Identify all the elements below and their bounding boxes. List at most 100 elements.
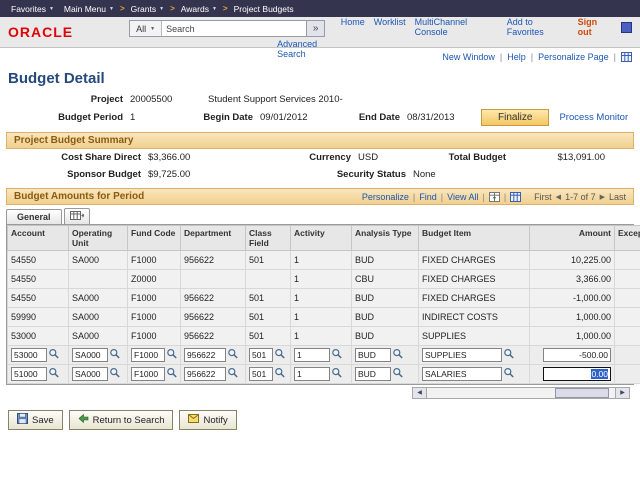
scrollbar-thumb[interactable]: [555, 388, 609, 398]
view-all-link[interactable]: View All: [447, 192, 478, 202]
nav-window-icon[interactable]: [621, 21, 632, 33]
chevron-down-icon: ▼: [108, 5, 114, 12]
zoom-grid-icon[interactable]: [510, 191, 522, 202]
account-input[interactable]: 51000: [11, 367, 47, 381]
budget-period-value: 1: [130, 112, 136, 123]
column-header-class-field[interactable]: Class Field: [245, 225, 291, 251]
cell-amount: -1,000.00: [529, 288, 615, 308]
activity-input[interactable]: 1: [294, 367, 330, 381]
amount-input[interactable]: 0.00: [543, 367, 611, 381]
page-link-new-window[interactable]: New Window: [442, 52, 495, 62]
operating-unit-input[interactable]: SA000: [72, 367, 108, 381]
begin-date-value: 09/01/2012: [260, 112, 308, 123]
header-link-multichannel-console[interactable]: MultiChannel Console: [415, 17, 498, 37]
lookup-icon[interactable]: [109, 348, 121, 362]
sponsor-budget-value: $9,725.00: [148, 169, 191, 180]
grid-title: Budget Amounts for Period: [14, 191, 145, 202]
lookup-icon[interactable]: [503, 367, 515, 381]
lookup-icon[interactable]: [166, 348, 178, 362]
lookup-icon[interactable]: [109, 367, 121, 381]
cell-department: 956622: [180, 345, 246, 365]
class-field-input[interactable]: 501: [249, 348, 273, 362]
cell-operating-unit: SA000: [68, 364, 128, 384]
budget-item-input[interactable]: SUPPLIES: [422, 348, 502, 362]
scroll-right-icon[interactable]: ▶: [615, 388, 629, 398]
column-header-fund-code[interactable]: Fund Code: [127, 225, 181, 251]
lookup-icon[interactable]: [274, 348, 286, 362]
summary-row-1: Cost Share Direct $3,366.00 Currency USD…: [0, 149, 640, 166]
search-box: All ▼ »: [129, 20, 326, 37]
column-header-operating-unit[interactable]: Operating Unit: [68, 225, 128, 251]
lookup-icon[interactable]: [392, 348, 404, 362]
finalize-button[interactable]: Finalize: [481, 109, 550, 126]
breadcrumb-item-awards[interactable]: Awards ▼: [176, 4, 222, 14]
budget-item-input[interactable]: SALARIES: [422, 367, 502, 381]
fund-code-input[interactable]: F1000: [131, 348, 165, 362]
show-all-columns-tab[interactable]: [63, 208, 90, 224]
amount-input[interactable]: -500.00: [543, 348, 611, 362]
scrollbar-track[interactable]: [427, 388, 615, 398]
column-header-account[interactable]: Account: [7, 225, 69, 251]
analysis-type-input[interactable]: BUD: [355, 348, 391, 362]
department-input[interactable]: 956622: [184, 367, 226, 381]
breadcrumb-item-grants[interactable]: Grants ▼: [126, 4, 169, 14]
cell-budget-item: FIXED CHARGES: [418, 269, 530, 289]
return-to-search-button[interactable]: Return to Search: [68, 410, 174, 430]
page-link-personalize-page[interactable]: Personalize Page: [538, 52, 609, 62]
search-input[interactable]: [162, 21, 307, 36]
chevron-down-icon: ▼: [150, 25, 156, 32]
cell-exceptions: i: [614, 269, 640, 289]
analysis-type-input[interactable]: BUD: [355, 367, 391, 381]
lookup-icon[interactable]: [227, 348, 239, 362]
global-header: ORACLE All ▼ » Advanced Search Home Workl…: [0, 17, 640, 59]
cell-operating-unit: SA000: [68, 326, 128, 346]
scroll-left-icon[interactable]: ◀: [413, 388, 427, 398]
action-buttons: Save Return to Search Notify: [0, 399, 640, 441]
lookup-icon[interactable]: [331, 367, 343, 381]
download-grid-icon[interactable]: [488, 191, 500, 202]
lookup-icon[interactable]: [166, 367, 178, 381]
column-header-analysis-type[interactable]: Analysis Type: [351, 225, 419, 251]
column-header-department[interactable]: Department: [180, 225, 246, 251]
notify-button[interactable]: Notify: [179, 410, 237, 430]
header-link-add-to-favorites[interactable]: Add to Favorites: [507, 17, 569, 37]
lookup-icon[interactable]: [503, 348, 515, 362]
cell-class-field: 501: [245, 364, 291, 384]
separator: |: [482, 191, 485, 202]
class-field-input[interactable]: 501: [249, 367, 273, 381]
breadcrumb-item-favorites[interactable]: Favorites ▼: [6, 4, 59, 14]
lookup-icon[interactable]: [392, 367, 404, 381]
department-input[interactable]: 956622: [184, 348, 226, 362]
tab-general[interactable]: General: [6, 209, 62, 224]
breadcrumb-item-project-budgets[interactable]: Project Budgets: [229, 4, 299, 14]
horizontal-scrollbar[interactable]: ◀ ▶: [412, 387, 630, 399]
process-monitor-link[interactable]: Process Monitor: [559, 112, 628, 123]
lookup-icon[interactable]: [48, 367, 60, 381]
account-input[interactable]: 53000: [11, 348, 47, 362]
column-header-activity[interactable]: Activity: [290, 225, 352, 251]
advanced-search-link[interactable]: Advanced Search: [277, 39, 341, 59]
find-link[interactable]: Find: [419, 192, 437, 202]
personalize-link[interactable]: Personalize: [362, 192, 409, 202]
operating-unit-input[interactable]: SA000: [72, 348, 108, 362]
lookup-icon[interactable]: [274, 367, 286, 381]
page-link-help[interactable]: Help: [507, 52, 526, 62]
lookup-icon[interactable]: [331, 348, 343, 362]
column-header-amount[interactable]: Amount: [529, 225, 615, 251]
header-link-worklist[interactable]: Worklist: [374, 17, 406, 37]
header-link-home[interactable]: Home: [341, 17, 365, 37]
sign-out-link[interactable]: Sign out: [578, 17, 613, 37]
search-go-button[interactable]: »: [306, 21, 325, 36]
lookup-icon[interactable]: [48, 348, 60, 362]
cost-share-value: $3,366.00: [148, 152, 191, 163]
search-scope-dropdown[interactable]: All ▼: [130, 21, 163, 36]
cell-operating-unit: SA000: [68, 307, 128, 327]
lookup-icon[interactable]: [227, 367, 239, 381]
column-header-budget-item[interactable]: Budget Item: [418, 225, 530, 251]
save-button[interactable]: Save: [8, 410, 63, 430]
cell-amount: 1,000.00: [529, 307, 615, 327]
activity-input[interactable]: 1: [294, 348, 330, 362]
fund-code-input[interactable]: F1000: [131, 367, 165, 381]
personalize-layout-icon[interactable]: [621, 52, 632, 62]
breadcrumb-item-main-menu[interactable]: Main Menu ▼: [59, 4, 119, 14]
